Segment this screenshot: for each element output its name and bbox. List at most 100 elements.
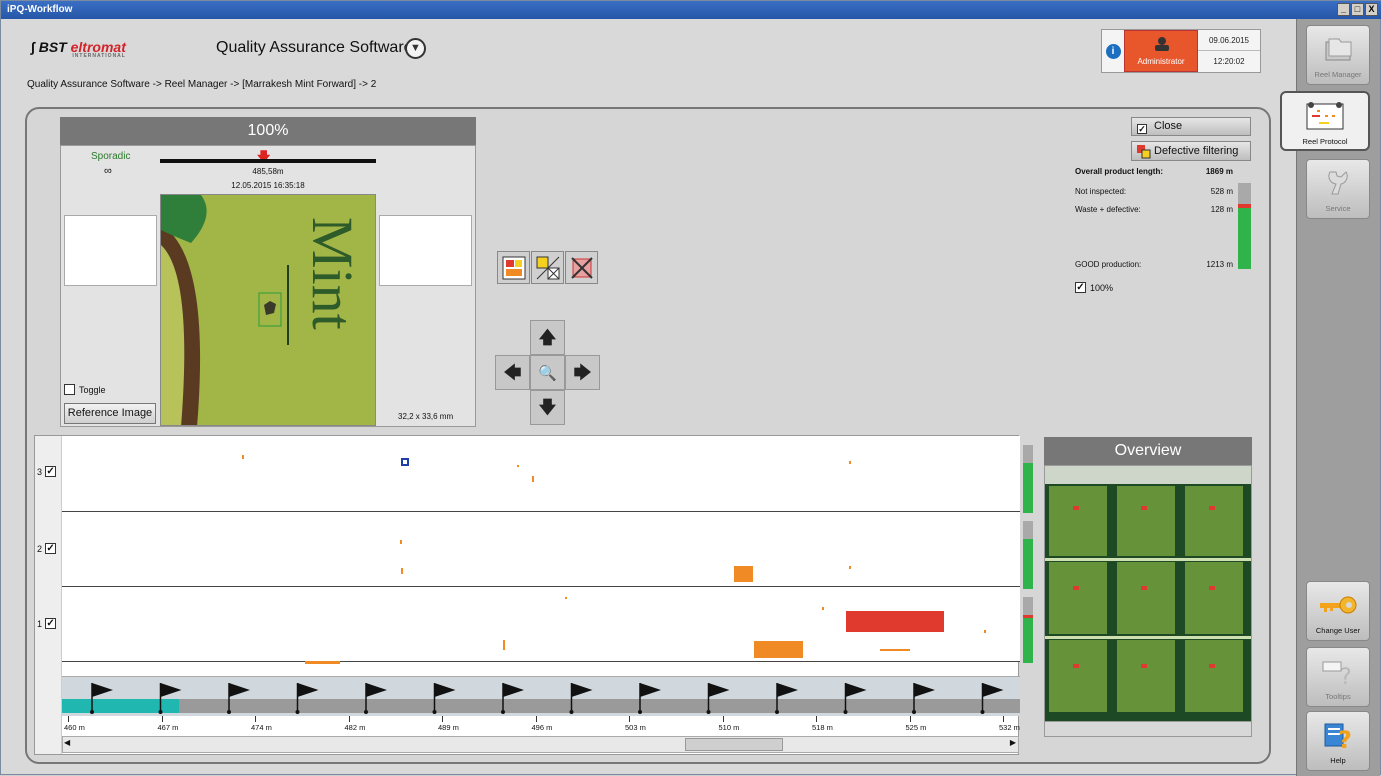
defective-filtering-button[interactable]: Defective filtering — [1131, 141, 1251, 161]
zoom-icon: 🔍 — [538, 365, 557, 382]
lane-2[interactable] — [62, 512, 1020, 587]
defect-image[interactable]: Mint — [160, 194, 376, 426]
app-window: iPQ-Workflow _ □ X ∫ BST eltromat INTERN… — [0, 0, 1381, 776]
close-window-button[interactable]: X — [1365, 3, 1378, 16]
defect-marker[interactable] — [754, 641, 803, 658]
mark-not-defect-button[interactable] — [531, 251, 564, 284]
defect-marker[interactable] — [565, 597, 567, 599]
sidebar-label: Tooltips — [1325, 692, 1351, 701]
sidebar: Reel Manager Reel Protocol Service Chang… — [1280, 19, 1380, 776]
arrow-right-icon: 🡆 — [573, 363, 592, 382]
previous-defect-thumb[interactable] — [64, 215, 157, 286]
overall-length-label: Overall product length: — [1075, 167, 1164, 176]
lane-2-checkbox[interactable]: 2 ✓ — [37, 543, 57, 554]
sidebar-item-reel-manager[interactable]: Reel Manager — [1306, 25, 1370, 85]
sidebar-item-reel-protocol[interactable]: Reel Protocol — [1280, 91, 1370, 151]
sidebar-label: Reel Manager — [1314, 70, 1362, 79]
close-button[interactable]: ✓ Close — [1131, 117, 1251, 136]
defect-marker[interactable] — [517, 465, 519, 467]
production-stats-bar — [1238, 183, 1251, 269]
nav-right-button[interactable]: 🡆 — [565, 355, 600, 390]
maximize-button[interactable]: □ — [1351, 3, 1364, 16]
brand-logo: ∫ BST eltromat INTERNATIONAL — [31, 39, 126, 59]
splice-flag-icon[interactable] — [843, 683, 867, 714]
user-role-button[interactable]: Administrator — [1124, 30, 1198, 72]
defect-marker[interactable] — [984, 630, 986, 633]
lane-label: 2 — [37, 543, 43, 554]
defect-marker[interactable] — [734, 566, 753, 582]
scroll-right-icon[interactable]: ▶ — [1010, 738, 1016, 747]
ruler-tick-label: 503 m — [625, 723, 646, 732]
defect-marker[interactable] — [849, 566, 851, 569]
person-icon — [1155, 37, 1169, 51]
defect-marker[interactable] — [849, 461, 851, 464]
nav-up-button[interactable]: 🡅 — [530, 320, 565, 355]
splice-flag-icon[interactable] — [912, 683, 935, 714]
info-icon[interactable]: i — [1102, 30, 1124, 72]
overview-header: Overview — [1044, 437, 1252, 465]
lane-3[interactable] — [62, 436, 1020, 512]
defect-marker[interactable] — [400, 540, 402, 544]
classify-defect-button[interactable] — [497, 251, 530, 284]
scroll-thumb[interactable] — [685, 738, 783, 751]
splice-flag-icon[interactable] — [227, 683, 250, 714]
splice-flag-icon[interactable] — [638, 683, 661, 714]
lane-1-checkbox[interactable]: 1 ✓ — [37, 618, 57, 629]
toggle-box[interactable] — [64, 384, 75, 395]
wrench-icon — [1328, 171, 1348, 195]
percent-100-checkbox[interactable]: ✓ 100% — [1075, 282, 1113, 293]
delete-defect-button[interactable] — [565, 251, 598, 284]
overview-footer — [1044, 721, 1252, 737]
not-inspected-value: 528 m — [1210, 187, 1233, 196]
toggle-checkbox[interactable]: Toggle — [64, 384, 106, 395]
defect-marker[interactable] — [242, 455, 244, 459]
defect-class-count: ∞ — [104, 165, 112, 177]
percent-100-label: 100% — [1090, 282, 1114, 293]
ruler-tick-label: 496 m — [531, 723, 553, 732]
minimize-button[interactable]: _ — [1337, 3, 1350, 16]
splice-flag-icon[interactable] — [569, 683, 593, 714]
waste-value: 128 m — [1210, 205, 1233, 214]
sidebar-item-help[interactable]: ? Help — [1306, 711, 1370, 771]
defect-marker[interactable] — [305, 661, 340, 664]
splice-flag-icon[interactable] — [295, 683, 319, 714]
defect-marker[interactable] — [880, 649, 910, 651]
splice-flag-icon[interactable] — [980, 683, 1004, 714]
selected-defect-marker[interactable] — [401, 458, 409, 466]
waste-defect-marker[interactable] — [846, 611, 944, 632]
nav-down-button[interactable]: 🡇 — [530, 390, 565, 425]
next-defect-thumb[interactable] — [379, 215, 472, 286]
ruler-tick-label: 460 m — [64, 723, 85, 732]
splice-flag-icon[interactable] — [775, 683, 798, 714]
splice-flag-icon[interactable] — [706, 683, 730, 714]
defect-marker[interactable] — [503, 640, 505, 650]
breadcrumb: Quality Assurance Software -> Reel Manag… — [27, 79, 377, 90]
reference-image-button[interactable]: Reference Image — [64, 403, 156, 424]
sidebar-item-service[interactable]: Service — [1306, 159, 1370, 219]
filter-label: Defective filtering — [1154, 145, 1239, 157]
folders-icon — [1325, 38, 1352, 61]
sidebar-item-tooltips[interactable]: ? Tooltips — [1306, 647, 1370, 707]
ruler-tick-label: 482 m — [344, 723, 366, 732]
nav-left-button[interactable]: 🡄 — [495, 355, 530, 390]
scroll-left-icon[interactable]: ◀ — [64, 738, 70, 747]
splice-flag-icon[interactable] — [501, 683, 524, 714]
sidebar-item-change-user[interactable]: Change User — [1306, 581, 1370, 641]
horizontal-scrollbar[interactable]: ◀ ▶ — [62, 736, 1019, 753]
overview-image[interactable] — [1044, 465, 1252, 735]
splice-flag-icon[interactable] — [90, 683, 113, 714]
lane-1[interactable] — [62, 587, 1020, 662]
defect-marker[interactable] — [822, 607, 824, 610]
help-icon: ? — [1324, 723, 1352, 750]
flag-row — [62, 676, 1020, 716]
lane-3-checkbox[interactable]: 3 ✓ — [37, 466, 57, 477]
splice-flag-icon[interactable] — [158, 683, 182, 714]
ruler-tick-label: 489 m — [438, 723, 459, 732]
defect-marker[interactable] — [401, 568, 403, 574]
app-menu-button[interactable]: ▼ — [405, 38, 426, 59]
arrow-left-icon: 🡄 — [503, 363, 522, 382]
zoom-button[interactable]: 🔍 — [530, 355, 565, 390]
defect-marker[interactable] — [532, 476, 534, 482]
splice-flag-icon[interactable] — [432, 683, 456, 714]
splice-flag-icon[interactable] — [364, 683, 387, 714]
